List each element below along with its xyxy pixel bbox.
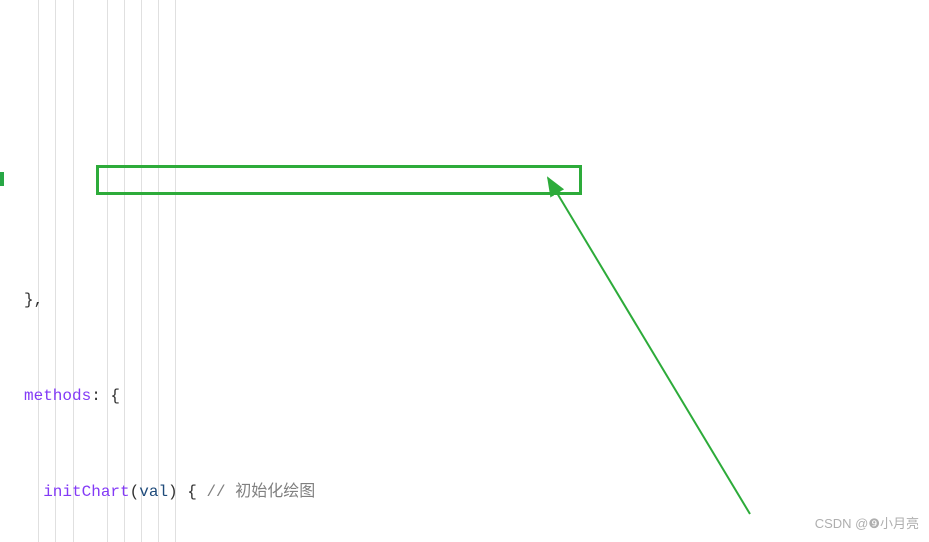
code-token: initChart	[43, 483, 129, 501]
code-token: ) {	[168, 483, 206, 501]
code-comment: // 初始化绘图	[206, 483, 315, 501]
code-token: val	[139, 483, 168, 501]
watermark-text: CSDN @❾小月亮	[815, 512, 919, 536]
code-token: : {	[91, 387, 120, 405]
code-editor: }, methods: { initChart(val) { // 初始化绘图 …	[0, 0, 929, 542]
code-token: methods	[24, 387, 91, 405]
code-line: initChart(val) { // 初始化绘图	[24, 480, 929, 504]
code-line: },	[24, 288, 929, 312]
code-token: (	[130, 483, 140, 501]
code-line: methods: {	[24, 384, 929, 408]
code-token: },	[24, 291, 43, 309]
